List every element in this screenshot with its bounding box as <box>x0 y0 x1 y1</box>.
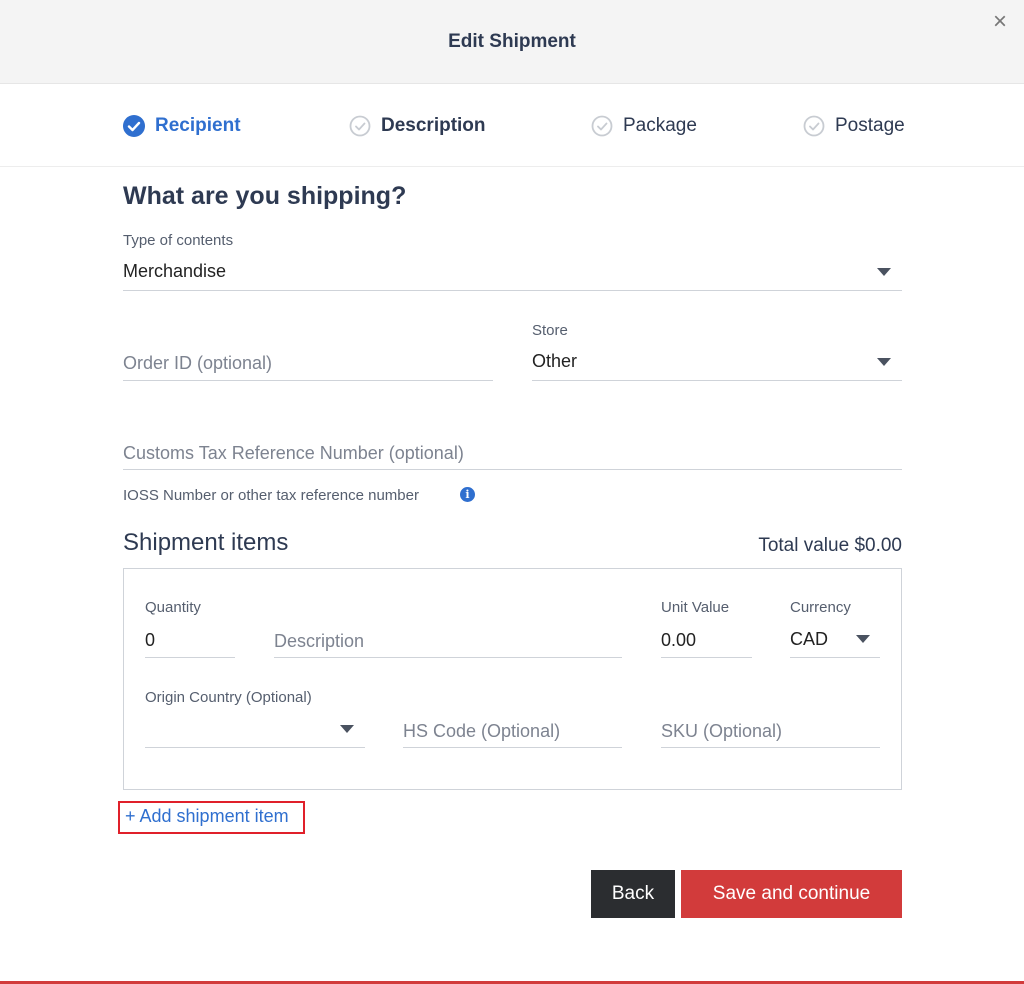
back-button[interactable]: Back <box>591 870 675 918</box>
step-postage[interactable]: Postage <box>803 115 905 137</box>
section-heading: What are you shipping? <box>123 182 407 210</box>
check-circle-icon <box>123 115 145 137</box>
chevron-down-icon[interactable] <box>877 358 891 366</box>
step-label: Description <box>381 115 486 136</box>
quantity-input[interactable]: 0 <box>145 630 155 651</box>
modal-title: Edit Shipment <box>448 31 576 52</box>
step-package[interactable]: Package <box>591 115 697 137</box>
order-id-input[interactable]: Order ID (optional) <box>123 353 272 374</box>
field-underline <box>145 747 365 748</box>
field-underline <box>532 380 902 381</box>
currency-select[interactable]: CAD <box>790 629 828 650</box>
step-recipient[interactable]: Recipient <box>123 115 241 137</box>
field-underline <box>123 290 902 291</box>
check-circle-outline-icon <box>591 115 613 137</box>
field-underline <box>123 469 902 470</box>
shipment-items-heading: Shipment items <box>123 529 289 556</box>
origin-country-label: Origin Country (Optional) <box>145 689 312 706</box>
description-input[interactable]: Description <box>274 631 364 652</box>
unit-value-label: Unit Value <box>661 599 730 616</box>
field-underline <box>661 657 752 658</box>
modal-header: Edit Shipment × <box>0 0 1024 84</box>
info-icon[interactable]: i <box>460 487 475 502</box>
step-label: Package <box>623 115 697 136</box>
stepper: Recipient Description Package Postage <box>0 85 1024 167</box>
chevron-down-icon[interactable] <box>340 725 354 733</box>
check-circle-outline-icon <box>803 115 825 137</box>
quantity-label: Quantity <box>145 599 201 616</box>
field-underline <box>403 747 622 748</box>
close-icon[interactable]: × <box>993 10 1007 34</box>
store-label: Store <box>532 322 568 339</box>
currency-label: Currency <box>790 599 851 616</box>
unit-value-input[interactable]: 0.00 <box>661 630 696 651</box>
shipment-item-card <box>123 568 902 790</box>
type-of-contents-select[interactable]: Merchandise <box>123 261 226 282</box>
step-label: Recipient <box>155 115 241 136</box>
edit-shipment-modal: Edit Shipment × Recipient Description Pa… <box>0 0 1024 984</box>
sku-input[interactable]: SKU (Optional) <box>661 721 782 742</box>
field-underline <box>274 657 622 658</box>
field-underline <box>790 657 880 658</box>
step-description[interactable]: Description <box>349 115 486 137</box>
add-shipment-item-link[interactable]: + Add shipment item <box>118 801 305 834</box>
field-underline <box>145 657 235 658</box>
save-and-continue-button[interactable]: Save and continue <box>681 870 902 918</box>
total-value: Total value $0.00 <box>758 535 902 556</box>
chevron-down-icon[interactable] <box>877 268 891 276</box>
step-label: Postage <box>835 115 905 136</box>
check-circle-outline-icon <box>349 115 371 137</box>
ioss-hint: IOSS Number or other tax reference numbe… <box>123 487 419 504</box>
hs-code-input[interactable]: HS Code (Optional) <box>403 721 560 742</box>
field-underline <box>661 747 880 748</box>
store-select[interactable]: Other <box>532 351 577 372</box>
customs-tax-input[interactable]: Customs Tax Reference Number (optional) <box>123 443 464 464</box>
type-of-contents-label: Type of contents <box>123 232 234 249</box>
field-underline <box>123 380 493 381</box>
chevron-down-icon[interactable] <box>856 635 870 643</box>
